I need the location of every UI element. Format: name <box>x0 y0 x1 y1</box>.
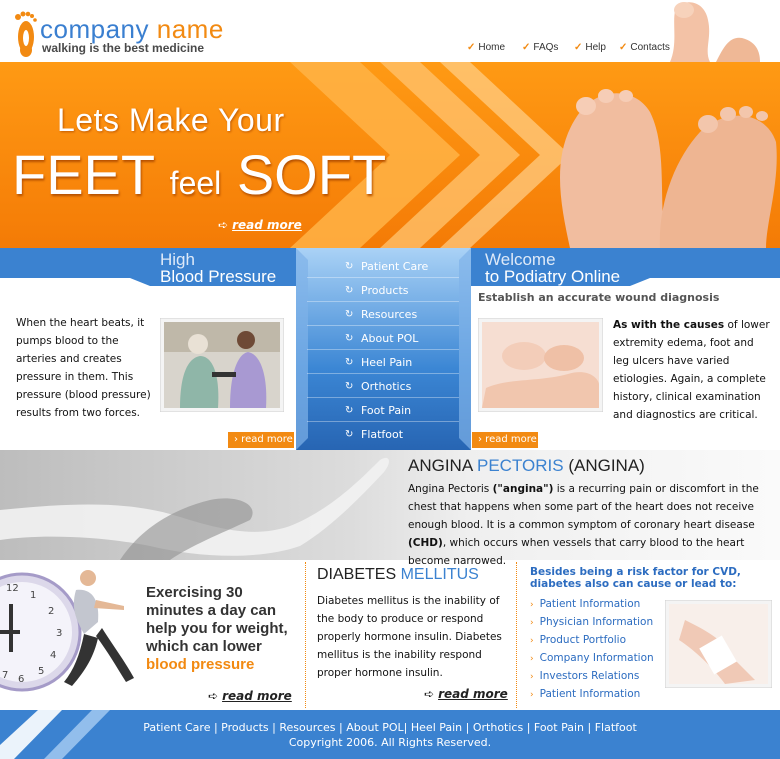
legs-photo <box>0 457 389 560</box>
welcome-title-bar: Welcome to Podiatry Online <box>471 248 780 286</box>
risk-link-company-information[interactable]: › Company Information <box>530 652 654 664</box>
tagline: walking is the best medicine <box>42 41 205 55</box>
refresh-icon: ↻ <box>345 429 354 440</box>
footer-links[interactable]: Patient Care | Products | Resources | Ab… <box>0 721 780 734</box>
angina-title: ANGINA PECTORIS (ANGINA) <box>408 456 645 475</box>
menu-item-products[interactable]: ↻ Products <box>307 280 459 302</box>
risk-link-investors-relations[interactable]: › Investors Relations <box>530 670 639 682</box>
nav-home[interactable]: ✓ Home <box>467 42 505 53</box>
menu-item-patient-care[interactable]: ↻ Patient Care <box>307 256 459 278</box>
menu-item-heel-pain[interactable]: ↻ Heel Pain <box>307 352 459 374</box>
arrow-right-icon: ➪ <box>208 689 219 703</box>
nav-faqs[interactable]: ✓ FAQs <box>522 42 558 53</box>
blood-pressure-read-more-button[interactable]: › read more <box>228 432 294 448</box>
refresh-icon: ↻ <box>345 357 354 368</box>
risk-link-patient-information[interactable]: › Patient Information <box>530 598 640 610</box>
hero-headline-line1: Lets Make Your <box>57 102 285 138</box>
doctor-patient-photo <box>160 318 284 412</box>
clock-number-12: 12 <box>6 583 19 594</box>
company-name-part1: company <box>40 14 149 44</box>
clock-number-2: 2 <box>48 606 55 617</box>
logo-foot-icon <box>15 11 37 57</box>
welcome-read-more-button[interactable]: › read more <box>472 432 538 448</box>
footer <box>0 710 780 759</box>
footer-stripes <box>0 710 110 759</box>
check-icon: ✓ <box>467 42 476 53</box>
exercise-read-more-link[interactable]: ➪ read more <box>208 689 292 703</box>
clock-number-1: 1 <box>30 590 37 601</box>
nav-help[interactable]: ✓ Help <box>574 42 606 53</box>
menu-item-orthotics[interactable]: ↻ Orthotics <box>307 376 459 398</box>
chevron-right-icon: › <box>530 636 534 646</box>
risk-link-patient-information-2[interactable]: › Patient Information <box>530 688 640 700</box>
menu-item-flatfoot[interactable]: ↻ Flatfoot <box>307 424 459 446</box>
blood-pressure-title-line2: Blood Pressure <box>160 267 277 286</box>
divider <box>516 562 517 708</box>
title-bar-notch <box>0 278 150 286</box>
risk-link-product-portfolio[interactable]: › Product Portfolio <box>530 634 626 646</box>
baby-feet-photo <box>478 318 603 412</box>
hero-read-more-link[interactable]: ➪ read more <box>218 218 302 232</box>
nav-contacts[interactable]: ✓ Contacts <box>619 42 670 53</box>
chevron-right-icon: › <box>530 690 534 700</box>
check-icon: ✓ <box>522 42 531 53</box>
risk-title: Besides being a risk factor for CVD, dia… <box>530 566 741 590</box>
refresh-icon: ↻ <box>345 333 354 344</box>
risk-link-physician-information[interactable]: › Physician Information <box>530 616 653 628</box>
hero-headline-line2: FEET feel SOFT <box>12 143 387 206</box>
exercise-text: Exercising 30 minutes a day can help you… <box>146 584 288 673</box>
clock-number-6: 6 <box>18 674 25 685</box>
check-icon: ✓ <box>619 42 628 53</box>
divider <box>305 562 306 708</box>
refresh-icon: ↻ <box>345 285 354 296</box>
refresh-icon: ↻ <box>345 405 354 416</box>
diabetes-text: Diabetes mellitus is the inability of th… <box>317 595 502 679</box>
chevron-right-icon: › <box>530 654 534 664</box>
blood-pressure-title-bar: High Blood Pressure <box>0 248 296 286</box>
menu-item-about-pol[interactable]: ↻ About POL <box>307 328 459 350</box>
refresh-icon: ↻ <box>345 381 354 392</box>
footer-copyright: Copyright 2006. All Rights Reserved. <box>288 736 492 749</box>
arrow-right-icon: ➪ <box>218 218 229 232</box>
chevron-right-icon: › <box>530 618 534 628</box>
welcome-text: As with the causes of lower extremity ed… <box>613 319 770 421</box>
clock-number-7: 7 <box>2 670 9 681</box>
menu-item-resources[interactable]: ↻ Resources <box>307 304 459 326</box>
arrow-right-icon: ➪ <box>424 687 435 701</box>
menu-item-foot-pain[interactable]: ↻ Foot Pain <box>307 400 459 422</box>
clock-number-5: 5 <box>38 666 45 677</box>
blood-pressure-text: When the heart beats, it pumps blood to … <box>16 317 151 419</box>
clock-number-3: 3 <box>56 628 63 639</box>
feet-photo <box>560 89 777 248</box>
angina-text: Angina Pectoris ("angina") is a recurrin… <box>408 483 759 567</box>
chevron-right-icon: › <box>530 672 534 682</box>
bandaged-foot-photo <box>665 600 772 688</box>
company-name-part2: name <box>156 14 224 44</box>
diabetes-read-more-link[interactable]: ➪ read more <box>424 687 508 701</box>
chevron-right-icon: › <box>530 600 534 610</box>
welcome-title-line2: to Podiatry Online <box>485 267 621 286</box>
title-bar-notch <box>630 278 780 286</box>
refresh-icon: ↻ <box>345 261 354 272</box>
clock-number-4: 4 <box>50 650 57 661</box>
check-icon: ✓ <box>574 42 583 53</box>
diabetes-title: DIABETES MELLITUS <box>317 566 479 583</box>
welcome-subtitle: Establish an accurate wound diagnosis <box>478 291 720 304</box>
refresh-icon: ↻ <box>345 309 354 320</box>
